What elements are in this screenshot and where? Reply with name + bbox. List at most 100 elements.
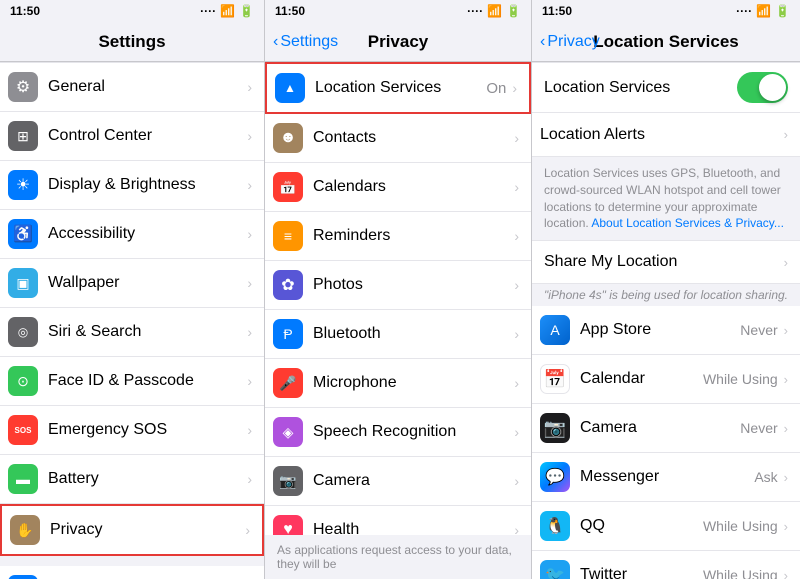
- battery-item-icon: ▬: [8, 464, 38, 494]
- emergency-icon: SOS: [8, 415, 38, 445]
- privacy-back-label: Settings: [280, 33, 338, 51]
- battery-col2: 🔋: [506, 4, 521, 18]
- privacy-item-microphone[interactable]: 🎤 Microphone ›: [265, 359, 531, 408]
- iphone-sharing-text: "iPhone 4s" is being used for location s…: [544, 288, 788, 302]
- signal-col3: ····: [736, 4, 752, 18]
- wifi-col3: 📶: [756, 4, 771, 18]
- contacts-label: Contacts: [313, 129, 514, 147]
- bluetooth-icon: Ᵽ: [273, 319, 303, 349]
- camera-app-icon: 📷: [540, 413, 570, 443]
- calendar-icon: 📅: [540, 364, 570, 394]
- camera-app-value: Never: [740, 420, 777, 436]
- general-icon: ⚙: [8, 72, 38, 102]
- settings-item-face-id[interactable]: ⊙ Face ID & Passcode ›: [0, 357, 264, 406]
- battery-chevron: ›: [247, 471, 252, 487]
- location-services-list: Location Services Location Alerts › Loca…: [532, 62, 800, 579]
- settings-item-display[interactable]: ☀ Display & Brightness ›: [0, 161, 264, 210]
- loc-back-chevron-icon: ‹: [540, 33, 545, 51]
- siri-chevron: ›: [247, 324, 252, 340]
- wallpaper-label: Wallpaper: [48, 274, 247, 292]
- privacy-item-bluetooth[interactable]: Ᵽ Bluetooth ›: [265, 310, 531, 359]
- settings-item-general[interactable]: ⚙ General ›: [0, 62, 264, 112]
- time-col1: 11:50: [10, 4, 40, 18]
- photos-chevron: ›: [514, 277, 519, 293]
- qq-label: QQ: [580, 517, 703, 535]
- microphone-icon: 🎤: [273, 368, 303, 398]
- privacy-list: ▲ Location Services On › ☻ Contacts › 📅 …: [265, 62, 531, 535]
- settings-item-siri[interactable]: ◎ Siri & Search ›: [0, 308, 264, 357]
- settings-item-privacy[interactable]: ✋ Privacy ›: [0, 504, 264, 556]
- settings-item-accessibility[interactable]: ♿ Accessibility ›: [0, 210, 264, 259]
- app-item-twitter[interactable]: 🐦 Twitter While Using ›: [532, 551, 800, 579]
- calendar-chevron: ›: [784, 372, 788, 387]
- settings-item-emergency-sos[interactable]: SOS Emergency SOS ›: [0, 406, 264, 455]
- location-description-link[interactable]: About Location Services & Privacy...: [591, 216, 784, 230]
- privacy-item-calendars[interactable]: 📅 Calendars ›: [265, 163, 531, 212]
- location-description: Location Services uses GPS, Bluetooth, a…: [532, 157, 800, 240]
- privacy-item-health[interactable]: ♥ Health ›: [265, 506, 531, 535]
- twitter-chevron: ›: [784, 568, 788, 579]
- privacy-icon: ✋: [10, 515, 40, 545]
- app-item-messenger[interactable]: 💬 Messenger Ask ›: [532, 453, 800, 502]
- health-icon: ♥: [273, 515, 303, 535]
- share-my-location-item[interactable]: Share My Location ›: [532, 240, 800, 284]
- app-item-qq[interactable]: 🐧 QQ While Using ›: [532, 502, 800, 551]
- back-chevron-icon: ‹: [273, 33, 278, 51]
- general-chevron: ›: [247, 79, 252, 95]
- app-item-camera[interactable]: 📷 Camera Never ›: [532, 404, 800, 453]
- battery-col3: 🔋: [775, 4, 790, 18]
- app-store-label: App Store: [580, 321, 740, 339]
- status-bar-col3: 11:50 ···· 📶 🔋: [532, 0, 800, 22]
- signal-dots: ····: [200, 4, 216, 18]
- calendars-icon: 📅: [273, 172, 303, 202]
- privacy-item-reminders[interactable]: ≡ Reminders ›: [265, 212, 531, 261]
- health-label: Health: [313, 521, 514, 535]
- location-back-button[interactable]: ‹ Privacy: [540, 33, 600, 51]
- privacy-item-camera[interactable]: 📷 Camera ›: [265, 457, 531, 506]
- app-item-calendar[interactable]: 📅 Calendar While Using ›: [532, 355, 800, 404]
- app-store-chevron: ›: [784, 323, 788, 338]
- privacy-back-button[interactable]: ‹ Settings: [273, 33, 338, 51]
- bluetooth-chevron: ›: [514, 326, 519, 342]
- qq-chevron: ›: [784, 519, 788, 534]
- settings-nav-header: Settings: [0, 22, 264, 62]
- time-col2: 11:50: [275, 4, 305, 18]
- reminders-chevron: ›: [514, 228, 519, 244]
- location-services-toggle-label: Location Services: [544, 79, 737, 97]
- settings-item-control-center[interactable]: ⊞ Control Center ›: [0, 112, 264, 161]
- location-services-label: Location Services: [315, 79, 486, 97]
- privacy-item-location-services[interactable]: ▲ Location Services On ›: [265, 62, 531, 114]
- location-alerts-item[interactable]: Location Alerts ›: [532, 113, 800, 157]
- status-bar-col1: 11:50 ···· 📶 🔋: [0, 0, 264, 22]
- calendars-label: Calendars: [313, 178, 514, 196]
- control-center-icon: ⊞: [8, 121, 38, 151]
- privacy-item-photos[interactable]: ✿ Photos ›: [265, 261, 531, 310]
- app-store-value: Never: [740, 322, 777, 338]
- location-alerts-label: Location Alerts: [540, 126, 784, 144]
- control-center-chevron: ›: [247, 128, 252, 144]
- messenger-icon: 💬: [540, 462, 570, 492]
- battery-icon: 🔋: [239, 4, 254, 18]
- app-item-app-store[interactable]: A App Store Never ›: [532, 306, 800, 355]
- share-my-location-label: Share My Location: [544, 253, 784, 271]
- privacy-nav-header: ‹ Settings Privacy: [265, 22, 531, 62]
- settings-item-itunes[interactable]: A iTunes & App Store ›: [0, 566, 264, 579]
- settings-list: ⚙ General › ⊞ Control Center › ☀ Display…: [0, 62, 264, 579]
- location-services-value: On: [486, 80, 506, 97]
- face-id-label: Face ID & Passcode: [48, 372, 247, 390]
- qq-value: While Using: [703, 518, 778, 534]
- settings-item-wallpaper[interactable]: ▣ Wallpaper ›: [0, 259, 264, 308]
- camera-priv-icon: 📷: [273, 466, 303, 496]
- camera-priv-label: Camera: [313, 472, 514, 490]
- face-id-icon: ⊙: [8, 366, 38, 396]
- toggle-thumb: [759, 74, 786, 101]
- battery-label: Battery: [48, 470, 247, 488]
- accessibility-icon: ♿: [8, 219, 38, 249]
- settings-item-battery[interactable]: ▬ Battery ›: [0, 455, 264, 504]
- siri-label: Siri & Search: [48, 323, 247, 341]
- display-label: Display & Brightness: [48, 176, 247, 194]
- location-back-label: Privacy: [547, 33, 599, 51]
- privacy-item-speech[interactable]: ◈ Speech Recognition ›: [265, 408, 531, 457]
- privacy-item-contacts[interactable]: ☻ Contacts ›: [265, 114, 531, 163]
- location-services-toggle[interactable]: [737, 72, 788, 103]
